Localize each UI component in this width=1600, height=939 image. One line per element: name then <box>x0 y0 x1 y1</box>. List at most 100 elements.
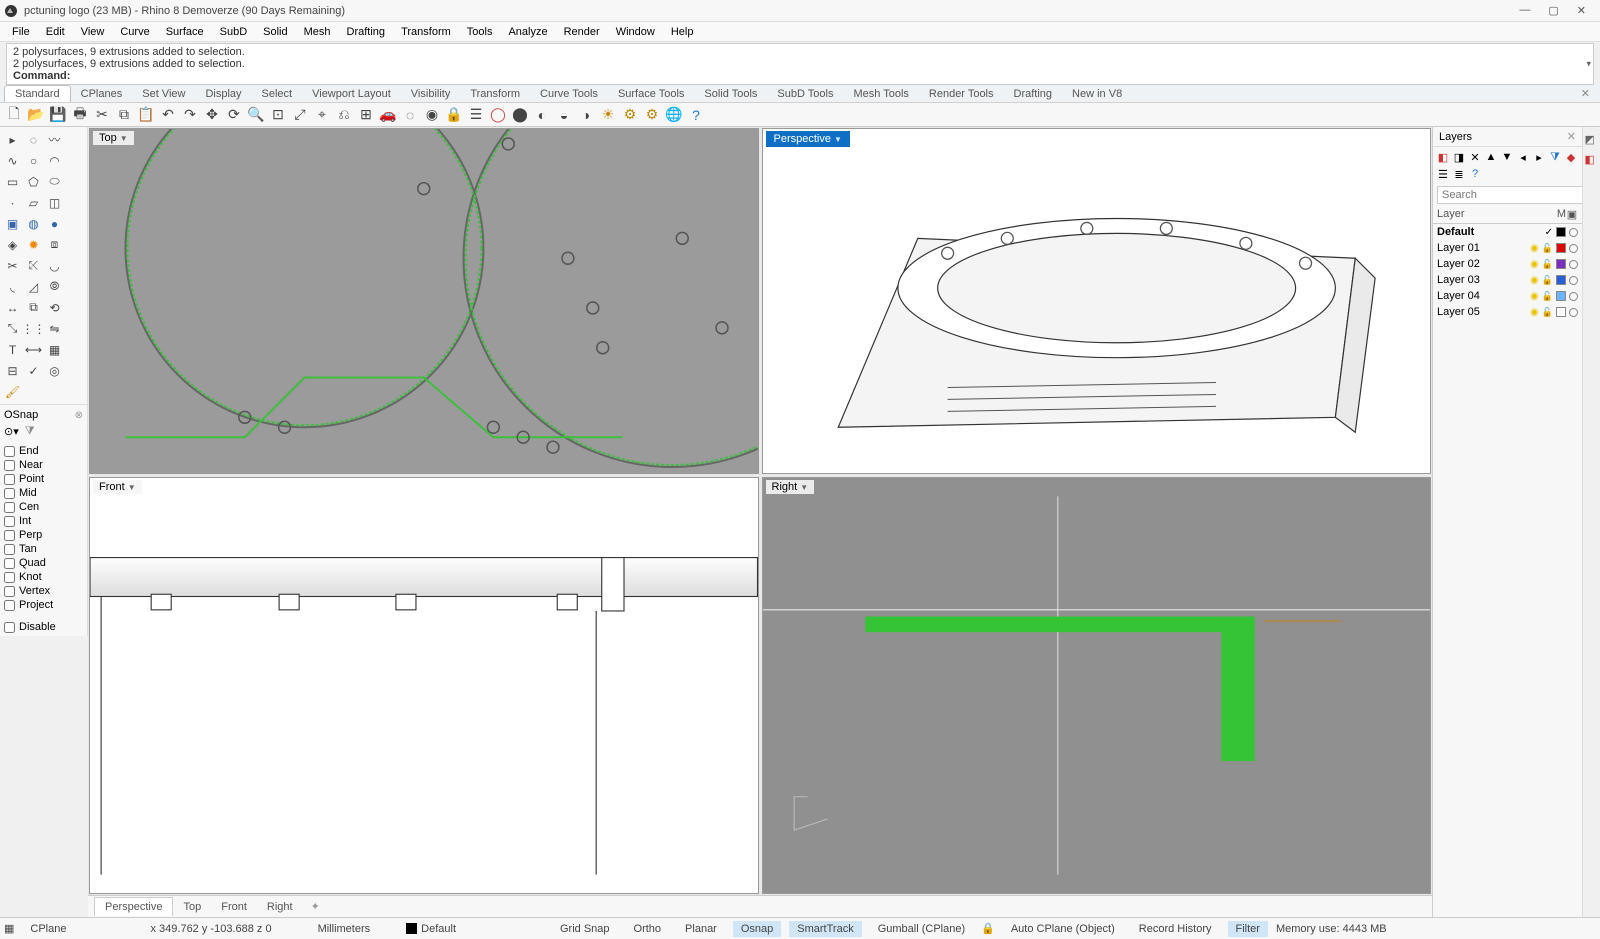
osnap-disable[interactable]: Disable <box>4 620 83 634</box>
layer-down-icon[interactable]: ▼ <box>1500 150 1514 164</box>
tooltab-viewportlayout[interactable]: Viewport Layout <box>302 86 401 102</box>
tooltabs-close-icon[interactable]: ✕ <box>1575 87 1596 100</box>
layers-col-m[interactable]: M <box>1557 208 1566 221</box>
copy-icon[interactable]: ⧉ <box>114 105 134 125</box>
pointer-icon[interactable]: ▸ <box>3 130 22 149</box>
osnap-knot[interactable]: Knot <box>4 570 83 584</box>
layer-visible-icon[interactable]: ◉ <box>1530 259 1539 270</box>
layer-help-icon[interactable]: ? <box>1468 167 1482 181</box>
viewport-front[interactable]: Front▼ <box>89 477 759 894</box>
tooltab-surfacetools[interactable]: Surface Tools <box>608 86 694 102</box>
new-icon[interactable]: 🗋 <box>4 105 24 125</box>
group-icon[interactable]: ⊟ <box>3 361 22 380</box>
properties-icon[interactable]: ◯ <box>488 105 508 125</box>
point-icon[interactable]: ∙ <box>3 193 22 212</box>
layer-row[interactable]: Layer 01◉🔓 <box>1433 240 1582 256</box>
menu-window[interactable]: Window <box>608 24 663 40</box>
text-icon[interactable]: T <box>3 340 22 359</box>
offset-icon[interactable]: ⦾ <box>45 277 64 296</box>
menu-view[interactable]: View <box>73 24 113 40</box>
status-recordhistory[interactable]: Record History <box>1131 921 1220 937</box>
paste-icon[interactable]: 📋 <box>136 105 156 125</box>
spotlight-icon[interactable]: ◑ <box>576 105 596 125</box>
tooltab-display[interactable]: Display <box>195 86 251 102</box>
globe-icon[interactable]: 🌐 <box>664 105 684 125</box>
menu-analyze[interactable]: Analyze <box>500 24 555 40</box>
layer-row[interactable]: Default✓ <box>1433 224 1582 240</box>
mirror-icon[interactable]: ⇋ <box>45 319 64 338</box>
mesh-icon[interactable]: ◈ <box>3 235 22 254</box>
layer-lock-icon[interactable]: 🔓 <box>1542 275 1553 286</box>
layer-row[interactable]: Layer 04◉🔓 <box>1433 288 1582 304</box>
chamfer-icon[interactable]: ◿ <box>24 277 43 296</box>
undo-view-icon[interactable]: ⎌ <box>334 105 354 125</box>
layer-color-swatch[interactable] <box>1556 243 1566 253</box>
layer-material-icon[interactable] <box>1569 292 1578 301</box>
status-gridsnap[interactable]: Grid Snap <box>552 921 618 937</box>
tooltab-visibility[interactable]: Visibility <box>401 86 461 102</box>
layer-list-icon[interactable]: ☰ <box>1436 167 1450 181</box>
cut-icon[interactable]: ✂ <box>92 105 112 125</box>
status-planar[interactable]: Planar <box>677 921 725 937</box>
trim-icon[interactable]: ✂ <box>3 256 22 275</box>
tooltab-rendertools[interactable]: Render Tools <box>919 86 1004 102</box>
tooltab-standard[interactable]: Standard <box>4 85 71 102</box>
viewport-label-perspective[interactable]: Perspective▼ <box>766 131 850 147</box>
status-ortho[interactable]: Ortho <box>626 921 670 937</box>
zoom-icon[interactable]: 🔍 <box>246 105 266 125</box>
layer-row[interactable]: Layer 02◉🔓 <box>1433 256 1582 272</box>
tooltab-setview[interactable]: Set View <box>132 86 195 102</box>
zoom-selected-icon[interactable]: ⌖ <box>312 105 332 125</box>
menu-render[interactable]: Render <box>556 24 608 40</box>
print-icon[interactable]: 🖶 <box>70 105 90 125</box>
save-icon[interactable]: 💾 <box>48 105 68 125</box>
move-icon[interactable]: ↔ <box>3 298 22 317</box>
layer-lock-icon[interactable]: 🔓 <box>1542 291 1553 302</box>
status-lock-icon[interactable]: 🔒 <box>981 922 995 935</box>
vtab-add-icon[interactable]: ✦ <box>303 900 328 913</box>
layer-delete-icon[interactable]: ✕ <box>1468 150 1482 164</box>
menu-transform[interactable]: Transform <box>393 24 459 40</box>
status-osnap[interactable]: Osnap <box>733 921 781 937</box>
render-preview-icon[interactable]: ⬤ <box>510 105 530 125</box>
menu-file[interactable]: File <box>4 24 38 40</box>
vtab-perspective[interactable]: Perspective <box>94 897 173 916</box>
viewport-top[interactable]: Top▼ <box>89 128 759 474</box>
hatch-icon[interactable]: ▦ <box>45 340 64 359</box>
maximize-icon[interactable]: ▢ <box>1548 4 1558 17</box>
layer-visible-icon[interactable]: ◉ <box>1530 291 1539 302</box>
osnap-tan[interactable]: Tan <box>4 542 83 556</box>
circle-icon[interactable]: ○ <box>24 151 43 170</box>
layer-sublayer-icon[interactable]: ◨ <box>1452 150 1466 164</box>
osnap-near[interactable]: Near <box>4 458 83 472</box>
status-units[interactable]: Millimeters <box>318 923 371 935</box>
layers-search-input[interactable] <box>1437 186 1589 204</box>
menu-edit[interactable]: Edit <box>38 24 73 40</box>
status-smarttrack[interactable]: SmartTrack <box>789 921 861 937</box>
osnap-close-icon[interactable]: ⊗ <box>75 410 83 421</box>
layer-visible-icon[interactable]: ◉ <box>1530 307 1539 318</box>
explode-icon[interactable]: ✹ <box>24 235 43 254</box>
analyze-icon[interactable]: ◎ <box>45 361 64 380</box>
panel-properties-icon[interactable]: ◩ <box>1585 133 1599 147</box>
pan-icon[interactable]: ✥ <box>202 105 222 125</box>
curve-icon[interactable]: ∿ <box>3 151 22 170</box>
show-icon[interactable]: ◉ <box>422 105 442 125</box>
tooltab-subdtools[interactable]: SubD Tools <box>767 86 843 102</box>
osnap-mid[interactable]: Mid <box>4 486 83 500</box>
osnap-filter-icon[interactable]: ⧩ <box>25 425 35 438</box>
layer-tools-icon[interactable]: ◆ <box>1564 150 1578 164</box>
status-autocplane[interactable]: Auto CPlane (Object) <box>1003 921 1123 937</box>
layer-up-icon[interactable]: ▲ <box>1484 150 1498 164</box>
redo-icon[interactable]: ↷ <box>180 105 200 125</box>
zoom-window-icon[interactable]: ⊡ <box>268 105 288 125</box>
join-icon[interactable]: ⧈ <box>45 235 64 254</box>
osnap-project[interactable]: Project <box>4 598 83 612</box>
panel-layers-icon[interactable]: ◧ <box>1585 153 1599 167</box>
layer-material-icon[interactable] <box>1569 308 1578 317</box>
tooltab-solidtools[interactable]: Solid Tools <box>694 86 767 102</box>
layer-color-swatch[interactable] <box>1556 307 1566 317</box>
layer-visible-icon[interactable]: ◉ <box>1530 275 1539 286</box>
command-area[interactable]: 2 polysurfaces, 9 extrusions added to se… <box>6 43 1594 85</box>
menu-help[interactable]: Help <box>663 24 702 40</box>
